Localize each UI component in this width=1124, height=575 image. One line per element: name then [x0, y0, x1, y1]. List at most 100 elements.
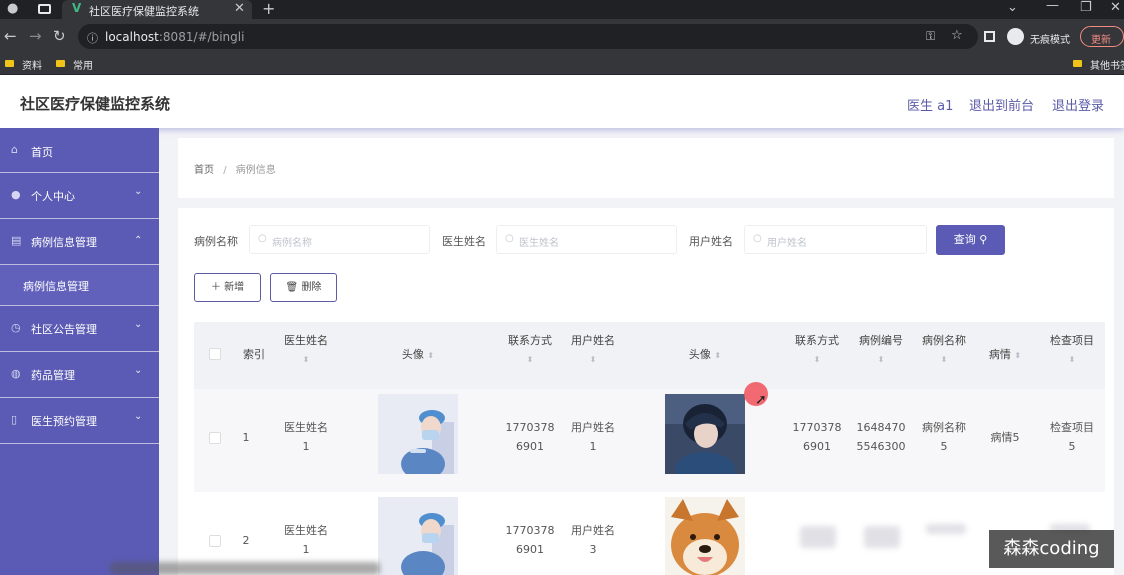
cell-index: 1 — [242, 431, 250, 444]
sidebar-item-case-management[interactable]: ▤ 病例信息管理 ⌃ — [0, 219, 159, 265]
restore-icon[interactable]: ❐ — [1080, 0, 1092, 15]
cell-text: 6901 — [803, 440, 831, 453]
incognito-label[interactable]: 无痕模式 — [1030, 31, 1070, 46]
column-header-doctor-name[interactable]: 医生姓名 ⬍ — [276, 331, 336, 369]
sidebar-item-label: 社区公告管理 — [31, 323, 97, 336]
tab-list-icon[interactable]: ⌄ — [1007, 0, 1018, 15]
cell-user-name: 用户姓名 1 — [563, 418, 623, 456]
palette-icon: ◍ — [11, 367, 21, 380]
trash-icon: 🗑 — [285, 282, 299, 293]
tab-close-icon[interactable]: ✕ — [234, 1, 245, 16]
update-button[interactable]: 更新 — [1080, 26, 1124, 47]
cell-condition: 病情5 — [990, 431, 1020, 444]
site-info-icon[interactable]: ⓘ — [87, 30, 98, 46]
sidebar-item-home[interactable]: ⌂ 首页 — [0, 128, 159, 173]
column-header-label: 联系方式 — [795, 334, 839, 347]
column-header-case-name[interactable]: 病例名称 ⬍ — [914, 331, 974, 369]
folder-icon — [1073, 60, 1082, 67]
sort-icon: ⬍ — [940, 355, 948, 364]
sidebar-item-label: 药品管理 — [31, 369, 75, 382]
column-header-avatar-2[interactable]: 头像 ⬍ — [665, 345, 745, 365]
column-header-condition[interactable]: 病情 ⬍ — [980, 345, 1030, 365]
sidebar-subitem-case-management[interactable]: 病例信息管理 — [0, 265, 159, 305]
cell-index: 2 — [242, 534, 250, 547]
column-header-contact-2[interactable]: 联系方式 ⬍ — [787, 331, 847, 369]
cell-case-no: 1648470 5546300 — [851, 418, 911, 456]
cell-text: 5 — [940, 440, 948, 453]
breadcrumb-card — [178, 138, 1114, 198]
column-header-label: 头像 — [688, 348, 711, 361]
bookmark-item[interactable]: 常用 — [73, 57, 93, 72]
incognito-icon — [1007, 28, 1024, 45]
breadcrumb-current: 病例信息 — [235, 165, 276, 176]
sidebar-item-notices[interactable]: ◷ 社区公告管理 ⌄ — [0, 306, 159, 352]
url-text: localhost:8081/#/bingli — [105, 30, 244, 44]
cell-text: 1770378 — [505, 421, 555, 434]
back-to-front-link[interactable]: 退出到前台 — [969, 95, 1034, 114]
browser-menu-icon[interactable]: ● — [7, 1, 18, 16]
sort-icon: ⬍ — [526, 355, 534, 364]
sort-icon: ⬍ — [589, 355, 597, 364]
sidebar-item-appointments[interactable]: ▯ 医生预约管理 ⌄ — [0, 398, 159, 444]
doctor-avatar-image — [378, 394, 458, 474]
sidepanel-icon[interactable] — [984, 31, 995, 42]
tab-overview-icon[interactable] — [38, 4, 51, 14]
user-name: 医生 a1 — [907, 99, 954, 114]
new-tab-icon[interactable]: + — [262, 0, 275, 18]
cell-text: 用户姓名 — [571, 524, 615, 537]
back-icon[interactable]: ← — [4, 27, 17, 45]
forward-icon[interactable]: → — [29, 27, 42, 45]
column-header-label: 联系方式 — [508, 334, 552, 347]
case-name-label: 病例名称 — [194, 235, 238, 248]
sort-icon: ⬍ — [877, 355, 885, 364]
delete-button[interactable]: 🗑 删除 — [270, 273, 337, 302]
search-button-label: 查询 — [953, 233, 976, 246]
chevron-down-icon: ⌄ — [134, 411, 143, 422]
case-name-placeholder: 病例名称 — [272, 238, 312, 249]
cell-text: 1770378 — [792, 421, 842, 434]
cell-text: 1 — [302, 440, 310, 453]
case-name-input[interactable]: ○ 病例名称 — [249, 225, 430, 254]
column-header-avatar[interactable]: 头像 ⬍ — [378, 345, 458, 365]
window-close-icon[interactable]: ✕ — [1110, 0, 1121, 15]
reload-icon[interactable]: ↻ — [53, 27, 66, 45]
breadcrumb: 首页 / 病例信息 — [194, 161, 276, 176]
sidebar-item-profile[interactable]: ● 个人中心 ⌄ — [0, 173, 159, 219]
cell-text: 1 — [589, 440, 597, 453]
star-icon[interactable]: ☆ — [951, 28, 963, 43]
sidebar-item-drugs[interactable]: ◍ 药品管理 ⌄ — [0, 352, 159, 398]
user-name-input[interactable]: ○ 用户姓名 — [744, 225, 927, 254]
other-bookmarks[interactable]: 其他书签 — [1090, 57, 1124, 72]
breadcrumb-home[interactable]: 首页 — [194, 165, 214, 176]
doctor-name-label: 医生姓名 — [442, 235, 486, 248]
doctor-avatar-image — [378, 497, 458, 575]
column-header-contact[interactable]: 联系方式 ⬍ — [500, 331, 560, 369]
column-header-case-no[interactable]: 病例编号 ⬍ — [851, 331, 911, 369]
select-all-checkbox[interactable] — [209, 348, 221, 360]
column-header-label: 病例名称 — [922, 334, 966, 347]
sidebar-item-label: 首页 — [31, 146, 53, 159]
cell-text: 6901 — [516, 440, 544, 453]
bookmark-item[interactable]: 资料 — [22, 57, 42, 72]
sort-icon: ⬍ — [1068, 355, 1076, 364]
user-name-label: 用户姓名 — [689, 235, 733, 248]
row-checkbox[interactable] — [209, 432, 221, 444]
doctor-name-input[interactable]: ○ 医生姓名 — [496, 225, 677, 254]
folder-icon — [56, 60, 65, 67]
add-button[interactable]: ＋ 新增 — [194, 273, 261, 302]
sort-icon: ⬍ — [427, 351, 435, 360]
column-header-label: 检查项目 — [1050, 334, 1094, 347]
minimize-icon[interactable]: — — [1046, 0, 1059, 13]
cell-text: 1648470 — [856, 421, 906, 434]
cell-text: 5546300 — [856, 440, 906, 453]
phone-icon: ▯ — [11, 413, 18, 426]
logout-link[interactable]: 退出登录 — [1052, 95, 1104, 114]
search-icon: ○ — [258, 233, 267, 244]
row-checkbox[interactable] — [209, 535, 221, 547]
cell-text: 6901 — [516, 543, 544, 556]
search-button[interactable]: 查询 ⚲ — [936, 225, 1005, 255]
home-icon: ⌂ — [11, 143, 18, 156]
key-icon[interactable]: ⚿ — [926, 29, 935, 44]
column-header-user-name[interactable]: 用户姓名 ⬍ — [563, 331, 623, 369]
column-header-check-items[interactable]: 检查项目 ⬍ — [1042, 331, 1102, 369]
